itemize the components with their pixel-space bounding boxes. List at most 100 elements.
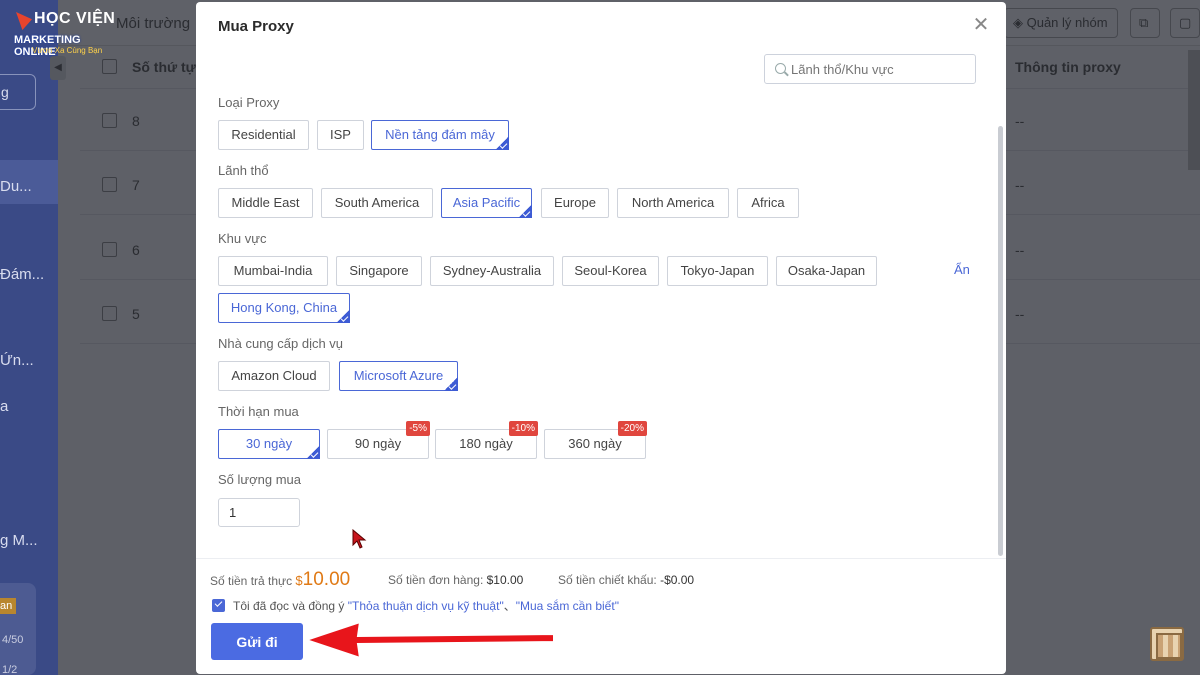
region-collapse-link[interactable]: Ẩn	[954, 262, 970, 277]
discount-total: Số tiền chiết khấu: -$0.00	[558, 573, 694, 587]
agreement-prefix: Tôi đã đọc và đồng ý	[233, 599, 345, 613]
more-button: ▢	[1170, 8, 1200, 38]
row-proxy-info: --	[1015, 306, 1025, 322]
order-total-label: Số tiền đơn hàng:	[388, 573, 484, 587]
actual-payment-currency: $	[295, 573, 303, 588]
agreement-checkbox[interactable]	[212, 599, 225, 612]
sidebar-item: a	[0, 398, 9, 415]
provider-label: Nhà cung cấp dịch vụ	[218, 336, 344, 351]
discount-badge: -10%	[508, 421, 538, 436]
actual-payment: Số tiền trả thực $10.00	[210, 569, 350, 591]
column-header-proxy-info: Thông tin proxy	[1015, 59, 1121, 75]
purchase-notes-link[interactable]: "Mua sắm cần biết"	[516, 599, 619, 613]
sidebar-item: Đám...	[0, 266, 45, 283]
row-index: 5	[132, 306, 140, 322]
logo-mark-icon	[16, 12, 32, 30]
duration-option-label: 30 ngày	[245, 436, 293, 451]
region-seoul-korea[interactable]: Seoul-Korea	[562, 256, 659, 286]
territory-middle-east[interactable]: Middle East	[218, 188, 313, 218]
row-checkbox	[102, 113, 117, 128]
search-icon	[775, 63, 786, 74]
order-total: Số tiền đơn hàng: $10.00	[388, 573, 523, 587]
territory-label: Lãnh thổ	[218, 163, 269, 178]
territory-africa[interactable]: Africa	[737, 188, 799, 218]
duration-option-label: 180 ngày	[459, 436, 513, 451]
territory-europe[interactable]: Europe	[541, 188, 609, 218]
region-singapore[interactable]: Singapore	[336, 256, 422, 286]
discount-badge: -20%	[617, 421, 647, 436]
provider-microsoft-azure[interactable]: Microsoft Azure	[339, 361, 458, 391]
copy-button: ⧉	[1130, 8, 1160, 38]
sidebar-plan-card	[0, 583, 36, 675]
region-label: Khu vực	[218, 231, 267, 246]
region-tokyo-japan[interactable]: Tokyo-Japan	[667, 256, 768, 286]
sidebar-usage: 1/2	[2, 664, 18, 675]
agreement-separator: 、	[503, 599, 516, 613]
sidebar-collapse-icon: ◀	[50, 56, 66, 80]
proxy-type-residential[interactable]: Residential	[218, 120, 309, 150]
select-all-checkbox	[102, 59, 117, 74]
quantity-label: Số lượng mua	[218, 472, 301, 487]
row-checkbox	[102, 306, 117, 321]
annotation-arrow-icon	[302, 620, 555, 660]
watermark-logo: HỌC VIỆN MARKETING ONLINE Vươn Xa Cùng B…	[12, 10, 122, 58]
duration-180-days[interactable]: 180 ngày -10%	[435, 421, 538, 459]
row-index: 7	[132, 177, 140, 193]
channel-watermark-icon	[1150, 627, 1184, 661]
row-proxy-info: --	[1015, 113, 1025, 129]
modal-scrollbar-thumb[interactable]	[998, 126, 1003, 556]
mouse-cursor-icon	[352, 529, 367, 549]
duration-360-days[interactable]: 360 ngày -20%	[544, 421, 647, 459]
region-mumbai-india[interactable]: Mumbai-India	[218, 256, 328, 286]
sidebar-item: g M...	[0, 532, 38, 549]
proxy-type-cloud[interactable]: Nền tảng đám mây	[371, 120, 509, 150]
duration-option-label: 360 ngày	[568, 436, 622, 451]
duration-90-days[interactable]: 90 ngày -5%	[327, 421, 430, 459]
row-checkbox	[102, 242, 117, 257]
group-manage-label: Quản lý nhóm	[1026, 15, 1108, 30]
background-topbar-title: Môi trường	[116, 15, 191, 32]
region-sydney-australia[interactable]: Sydney-Australia	[430, 256, 554, 286]
discount-total-label: Số tiền chiết khấu:	[558, 573, 657, 587]
territory-asia-pacific[interactable]: Asia Pacific	[441, 188, 532, 218]
logo-line3: Vươn Xa Cùng Bạn	[32, 46, 103, 55]
sidebar-plan-badge: an	[0, 598, 17, 614]
row-proxy-info: --	[1015, 242, 1025, 258]
order-total-amount: $10.00	[486, 573, 524, 587]
actual-payment-amount: 10.00	[302, 569, 351, 590]
sidebar: g Du... Đám... Ứn... a g M... an 4/50 1/…	[0, 0, 58, 675]
territory-south-america[interactable]: South America	[321, 188, 433, 218]
row-index: 8	[132, 113, 140, 129]
tech-service-agreement-link[interactable]: "Thỏa thuận dịch vụ kỹ thuật"	[348, 599, 504, 613]
territory-north-america[interactable]: North America	[617, 188, 729, 218]
more-icon: ▢	[1179, 15, 1192, 30]
actual-payment-label: Số tiền trả thực	[210, 574, 293, 588]
copy-icon: ⧉	[1139, 15, 1149, 30]
close-icon[interactable]: ✕	[970, 14, 992, 36]
proxy-type-label: Loại Proxy	[218, 95, 280, 110]
sidebar-button: g	[0, 74, 36, 110]
background-scrollbar	[1188, 50, 1200, 170]
layers-icon: ◈	[1013, 15, 1027, 30]
quantity-input[interactable]	[218, 498, 300, 527]
modal-title: Mua Proxy	[218, 18, 294, 35]
submit-button[interactable]: Gửi đi	[211, 623, 303, 660]
column-header-index: Số thứ tự	[132, 59, 196, 75]
provider-amazon-cloud[interactable]: Amazon Cloud	[218, 361, 330, 391]
region-osaka-japan[interactable]: Osaka-Japan	[776, 256, 877, 286]
sidebar-item: Ứn...	[0, 352, 34, 369]
discount-total-amount: -$0.00	[660, 573, 695, 587]
sidebar-item: Du...	[0, 178, 32, 195]
row-index: 6	[132, 242, 140, 258]
duration-option-label: 90 ngày	[354, 436, 402, 451]
territory-search-input[interactable]	[764, 54, 976, 84]
duration-30-days[interactable]: 30 ngày	[218, 429, 320, 459]
group-manage-button: ◈ Quản lý nhóm	[1004, 8, 1118, 38]
buy-proxy-modal: Mua Proxy ✕ Loại Proxy Residential ISP N…	[196, 2, 1006, 674]
sidebar-usage: 4/50	[2, 634, 24, 646]
discount-badge: -5%	[406, 421, 430, 436]
logo-line1: HỌC VIỆN	[34, 10, 116, 27]
duration-label: Thời hạn mua	[218, 404, 299, 419]
region-hong-kong-china[interactable]: Hong Kong, China	[218, 293, 350, 323]
proxy-type-isp[interactable]: ISP	[317, 120, 364, 150]
